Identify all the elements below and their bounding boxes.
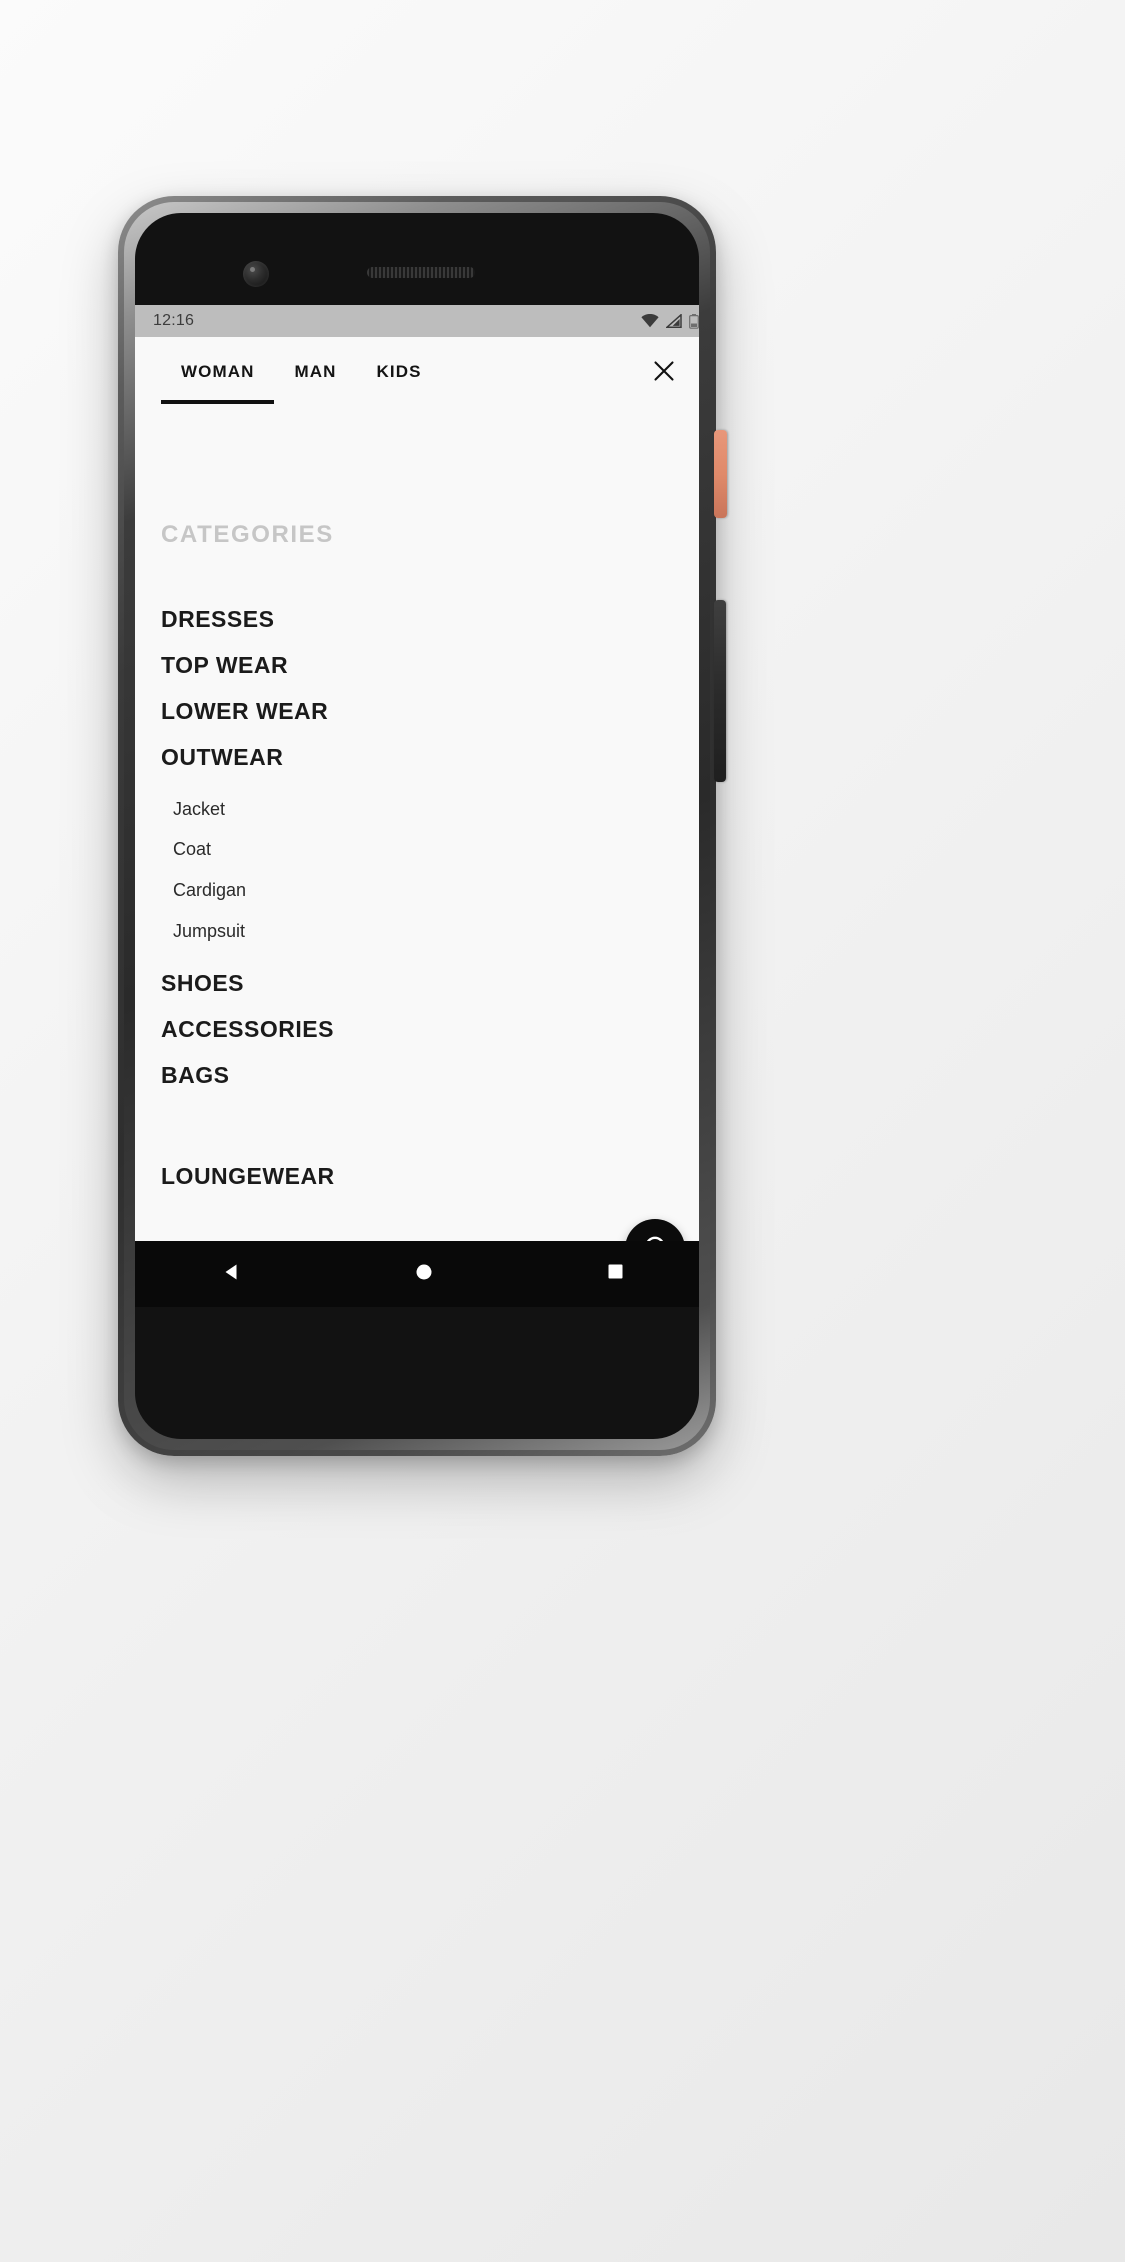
power-button[interactable] (714, 430, 727, 518)
front-camera-icon (243, 261, 269, 287)
phone-mockup: 12:16 WOMAN MAN KIDS CATEGORIES DRESSES … (118, 196, 1004, 1456)
system-navigation-bar (135, 1241, 699, 1307)
recents-square-icon (607, 1263, 624, 1285)
close-icon (653, 360, 675, 387)
category-list: DRESSES TOP WEAR LOWER WEAR OUTWEAR Jack… (135, 549, 699, 1210)
category-tabs: WOMAN MAN KIDS (161, 342, 643, 404)
subcategory-item-jacket[interactable]: Jacket (173, 799, 699, 841)
battery-icon (689, 313, 699, 329)
volume-button[interactable] (714, 600, 726, 782)
wifi-icon (641, 314, 659, 328)
category-item-outwear[interactable]: OUTWEAR (161, 745, 699, 791)
nav-recents-button[interactable] (607, 1263, 624, 1285)
section-title-categories: CATEGORIES (161, 521, 334, 548)
back-triangle-icon (222, 1262, 242, 1287)
phone-outer-frame: 12:16 WOMAN MAN KIDS CATEGORIES DRESSES … (118, 196, 716, 1456)
nav-back-button[interactable] (222, 1262, 242, 1287)
signal-icon (666, 314, 682, 328)
tab-kids[interactable]: KIDS (357, 342, 442, 404)
close-button[interactable] (643, 352, 685, 394)
nav-home-button[interactable] (415, 1263, 433, 1286)
category-item-top-wear[interactable]: TOP WEAR (161, 653, 699, 699)
category-item-shoes[interactable]: SHOES (161, 971, 699, 1017)
status-bar: 12:16 (135, 305, 699, 337)
category-item-loungewear[interactable]: LOUNGEWEAR (161, 1163, 699, 1210)
tab-man[interactable]: MAN (274, 342, 356, 404)
subcategory-list-outwear: Jacket Coat Cardigan Jumpsuit (161, 792, 699, 972)
phone-body: 12:16 WOMAN MAN KIDS CATEGORIES DRESSES … (135, 213, 699, 1439)
subcategory-item-coat[interactable]: Coat (173, 840, 699, 881)
category-item-bags[interactable]: BAGS (161, 1063, 699, 1109)
category-item-accessories[interactable]: ACCESSORIES (161, 1017, 699, 1063)
app-bar: WOMAN MAN KIDS (135, 337, 699, 409)
subcategory-item-cardigan[interactable]: Cardigan (173, 881, 699, 922)
earpiece-speaker-icon (367, 267, 475, 278)
phone-screen: 12:16 WOMAN MAN KIDS CATEGORIES DRESSES … (135, 305, 699, 1307)
home-circle-icon (415, 1263, 433, 1286)
menu-panel: CATEGORIES DRESSES TOP WEAR LOWER WEAR O… (135, 409, 699, 1307)
phone-mid-frame: 12:16 WOMAN MAN KIDS CATEGORIES DRESSES … (124, 202, 710, 1450)
category-item-lower-wear[interactable]: LOWER WEAR (161, 699, 699, 745)
tab-woman[interactable]: WOMAN (161, 342, 275, 404)
status-icons-group (641, 313, 699, 329)
status-time: 12:16 (153, 312, 195, 329)
subcategory-item-jumpsuit[interactable]: Jumpsuit (173, 922, 699, 963)
category-item-dresses[interactable]: DRESSES (161, 607, 699, 653)
